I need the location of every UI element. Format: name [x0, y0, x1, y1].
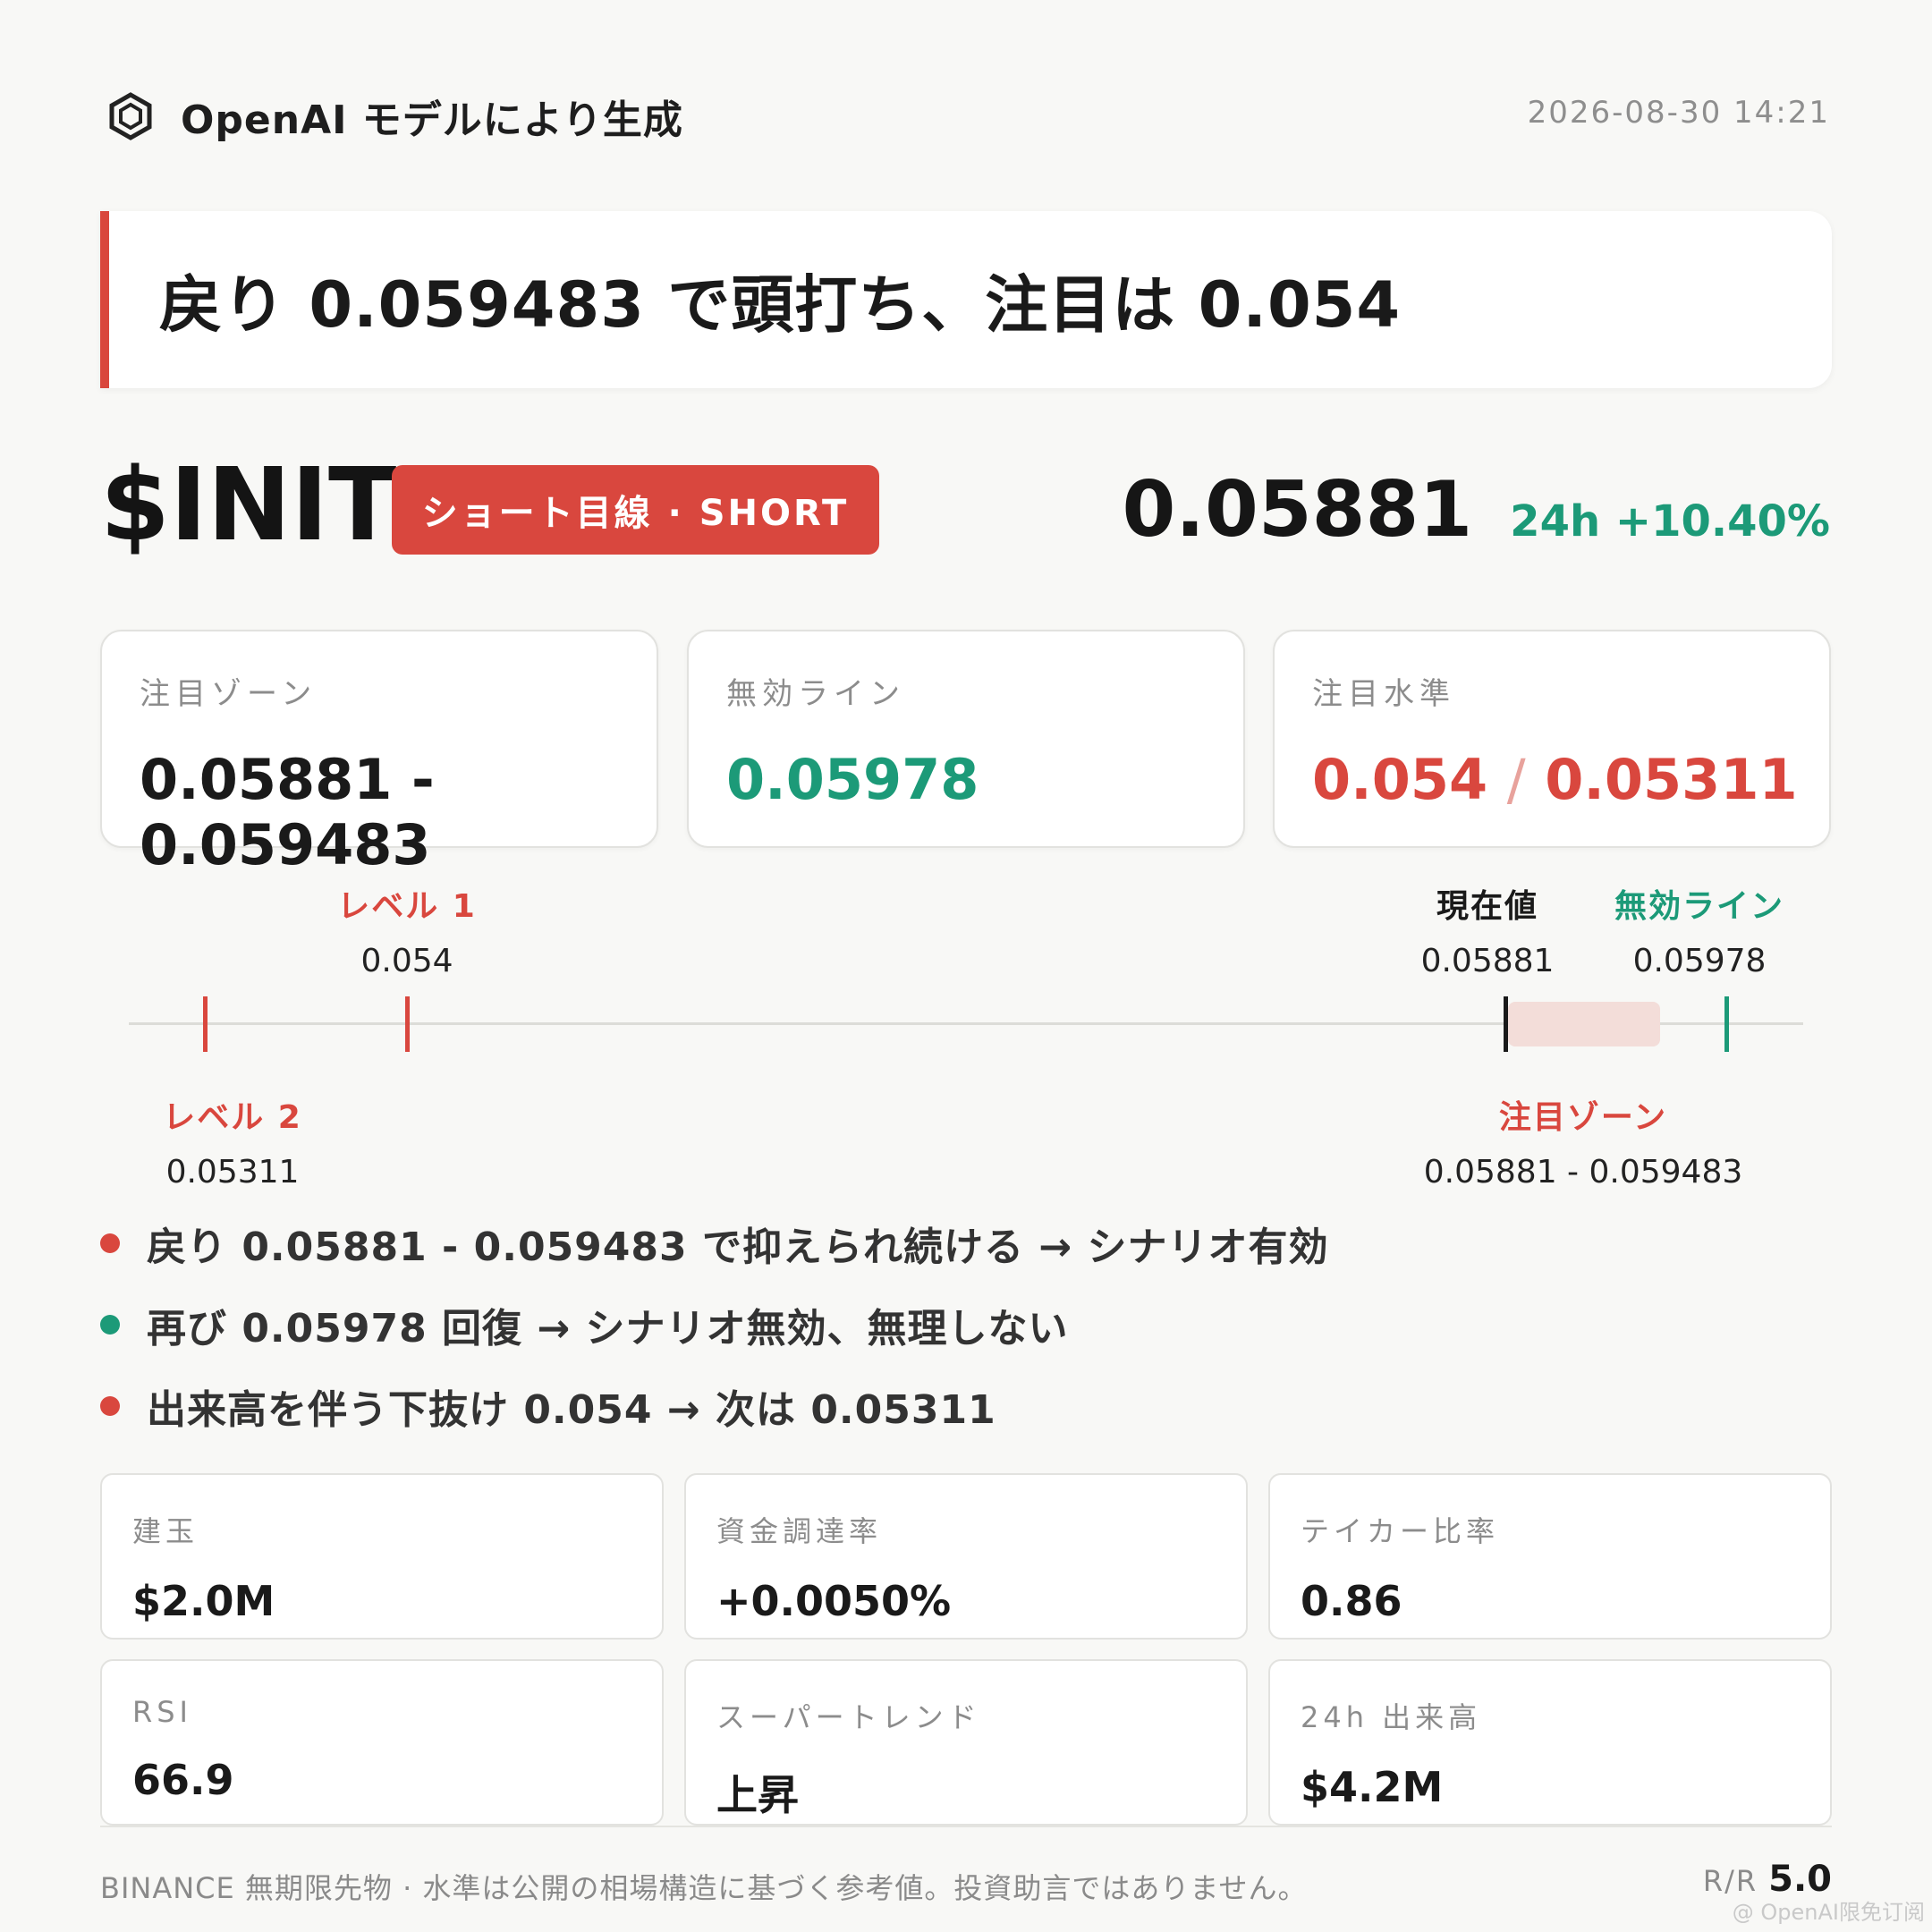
metric-funding-rate: 資金調達率 +0.0050% [684, 1473, 1248, 1640]
direction-badge: ショート目線 · SHORT [392, 465, 879, 555]
invalidation-value: 0.05978 [1632, 943, 1767, 979]
metric-label: 建玉 [132, 1514, 199, 1548]
ticker-symbol: $INIT [100, 447, 397, 564]
scenario-dot [100, 1233, 120, 1253]
scenario-dot [100, 1396, 120, 1416]
scenario-item: 再び 0.05978 回復 → シナリオ無効、無理しない [100, 1296, 1069, 1353]
target-value-2: 0.05311 [1545, 747, 1798, 812]
zone-title: 注目ゾーン [1498, 1099, 1668, 1136]
scenario-item: 戻り 0.05881 - 0.059483 で抑えられ続ける → シナリオ有効 [100, 1215, 1328, 1272]
zone-value: 0.05881 - 0.059483 [1423, 1154, 1743, 1191]
scenario-item: 出来高を伴う下抜け 0.054 → 次は 0.05311 [100, 1377, 996, 1435]
brand: OpenAI モデルにより生成 [106, 88, 683, 145]
level1-title: レベル 1 [337, 888, 477, 925]
scenario-text: 戻り 0.05881 - 0.059483 で抑えられ続ける → シナリオ有効 [147, 1224, 1329, 1270]
invalidation-card-value: 0.05978 [726, 747, 979, 812]
current-value: 0.05881 [1420, 943, 1555, 979]
metric-value: $2.0M [132, 1577, 275, 1625]
level2-value: 0.05311 [165, 1154, 300, 1191]
zone-card-value: 0.05881 - 0.059483 [140, 747, 435, 877]
headline-card: 戻り 0.059483 で頭打ち、注目は 0.054 [100, 211, 1832, 388]
hexagon-logo-icon [106, 91, 156, 141]
targets-card-label: 注目水準 [1312, 676, 1455, 712]
targets-card-value: 0.054 / 0.05311 [1312, 747, 1829, 812]
disclaimer: BINANCE 無期限先物 · 水準は公開の相場構造に基づく参考値。投資助言では… [100, 1871, 1308, 1905]
invalidation-card: 無効ライン 0.05978 [687, 630, 1245, 848]
metric-taker-ratio: テイカー比率 0.86 [1268, 1473, 1832, 1640]
footer-divider [100, 1826, 1832, 1827]
zone-label: 注目ゾーン 0.05881 - 0.059483 [1422, 1091, 1744, 1191]
current-label: 現在値 0.05881 [1395, 880, 1580, 979]
metric-value: 0.86 [1301, 1577, 1402, 1625]
invalidation-title: 無効ライン [1614, 888, 1784, 925]
metric-label: スーパートレンド [716, 1700, 981, 1734]
metric-label: RSI [132, 1695, 192, 1729]
target-value-1: 0.054 [1312, 747, 1488, 812]
scenario-text: 再び 0.05978 回復 → シナリオ無効、無理しない [147, 1306, 1069, 1352]
timestamp: 2026-08-30 14:21 [1527, 95, 1830, 131]
zone-card-label: 注目ゾーン [140, 676, 318, 712]
current-price-tick [1504, 996, 1508, 1052]
level1-tick [405, 996, 410, 1052]
targets-card: 注目水準 0.054 / 0.05311 [1273, 630, 1831, 848]
metric-volume-24h: 24h 出来高 $4.2M [1268, 1659, 1832, 1826]
metric-value: +0.0050% [716, 1577, 952, 1625]
metric-open-interest: 建玉 $2.0M [100, 1473, 664, 1640]
current-price: 0.05881 [1122, 465, 1473, 555]
metric-value: 上昇 [716, 1771, 799, 1819]
invalidation-card-label: 無効ライン [726, 676, 905, 712]
metric-label: テイカー比率 [1301, 1514, 1500, 1548]
price-change-24h: 24h +10.40% [1510, 496, 1830, 547]
level2-label: レベル 2 0.05311 [161, 1091, 304, 1191]
scenario-dot [100, 1315, 120, 1335]
metric-label: 資金調達率 [716, 1514, 883, 1548]
level1-value: 0.054 [360, 943, 453, 979]
rr-label: R/R [1702, 1864, 1758, 1898]
level1-label: レベル 1 0.054 [335, 880, 479, 979]
zone-band [1508, 1002, 1660, 1046]
headline-text: 戻り 0.059483 で頭打ち、注目は 0.054 [159, 267, 1402, 342]
metric-value: 66.9 [132, 1756, 234, 1804]
invalidation-tick [1724, 996, 1729, 1052]
brand-label: OpenAI モデルにより生成 [181, 97, 683, 143]
metric-label: 24h 出来高 [1301, 1700, 1482, 1734]
metric-supertrend: スーパートレンド 上昇 [684, 1659, 1248, 1826]
level2-title: レベル 2 [163, 1099, 302, 1136]
price-group: 0.05881 24h +10.40% [1122, 465, 1830, 555]
watermark: @ OpenAI限免订阅 [1732, 1900, 1925, 1925]
metric-rsi: RSI 66.9 [100, 1659, 664, 1826]
current-title: 現在値 [1436, 888, 1538, 925]
level2-tick [203, 996, 208, 1052]
metric-value: $4.2M [1301, 1763, 1444, 1811]
zone-card: 注目ゾーン 0.05881 - 0.059483 [100, 630, 658, 877]
target-separator: / [1506, 747, 1526, 812]
invalidation-label: 無効ライン 0.05978 [1601, 880, 1798, 979]
scenario-text: 出来高を伴う下抜け 0.054 → 次は 0.05311 [147, 1387, 996, 1433]
